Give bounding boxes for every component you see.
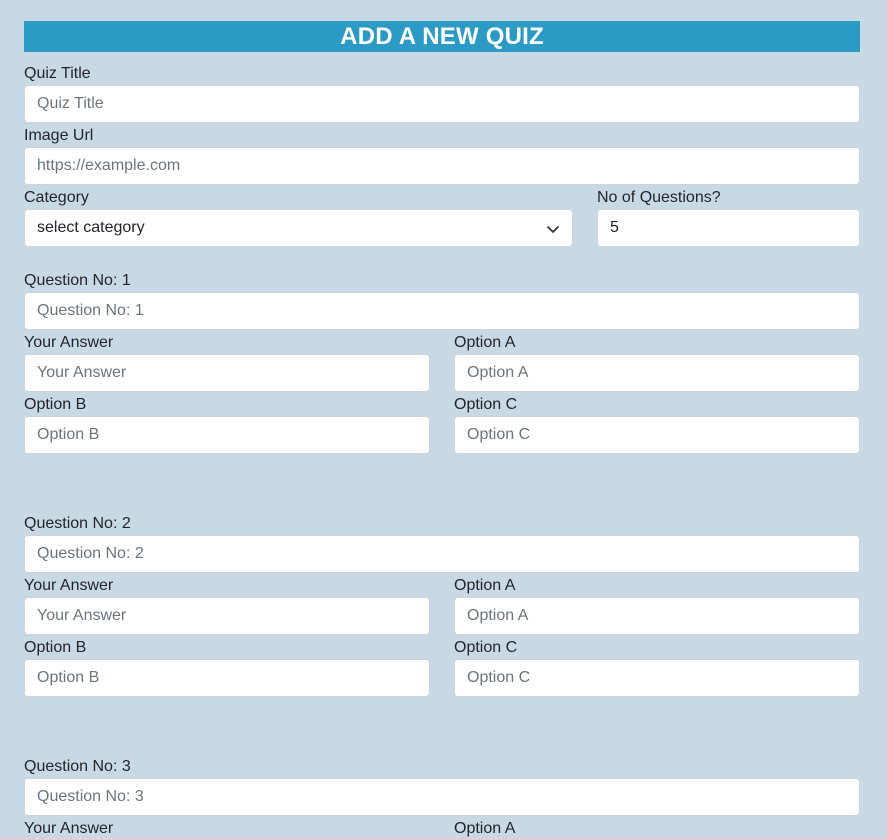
category-row: Category select category No of Questions… [24, 188, 860, 247]
num-questions-input[interactable]: 5 [597, 209, 860, 247]
options-row: Option B Option B Option C Option C [24, 638, 860, 697]
option-a-label: Option A [454, 577, 516, 594]
your-answer-group: Your Answer Your Answer [24, 333, 430, 392]
option-b-label: Option B [24, 639, 87, 656]
option-b-group: Option B Option B [24, 395, 430, 454]
question-placeholder: Question No: 3 [37, 788, 144, 805]
option-a-group: Option A [454, 819, 860, 839]
image-url-group: Image Url https://example.com [24, 126, 860, 185]
image-url-label: Image Url [24, 127, 94, 144]
your-answer-placeholder: Your Answer [37, 607, 127, 624]
option-b-group: Option B Option B [24, 638, 430, 697]
option-a-group: Option A Option A [454, 333, 860, 392]
options-row: Option B Option B Option C Option C [24, 395, 860, 454]
option-a-label: Option A [454, 820, 516, 837]
your-answer-label: Your Answer [24, 820, 114, 837]
option-b-input[interactable]: Option B [24, 659, 430, 697]
your-answer-group: Your Answer [24, 819, 430, 839]
option-b-placeholder: Option B [37, 669, 100, 686]
category-label: Category [24, 189, 89, 206]
num-questions-group: No of Questions? 5 [597, 188, 860, 247]
option-a-placeholder: Option A [467, 364, 529, 381]
chevron-down-icon [546, 222, 560, 236]
option-a-label: Option A [454, 334, 516, 351]
option-c-input[interactable]: Option C [454, 416, 860, 454]
option-c-label: Option C [454, 396, 518, 413]
question-input[interactable]: Question No: 2 [24, 535, 860, 573]
question-block-1: Question No: 1 Question No: 1 Your Answe… [24, 271, 860, 454]
question-label: Question No: 2 [24, 515, 131, 532]
quiz-title-label: Quiz Title [24, 65, 91, 82]
add-quiz-form: ADD A NEW QUIZ Quiz Title Quiz Title Ima… [24, 21, 860, 839]
quiz-title-placeholder: Quiz Title [37, 95, 104, 112]
your-answer-input[interactable]: Your Answer [24, 597, 430, 635]
option-c-placeholder: Option C [467, 426, 531, 443]
option-b-input[interactable]: Option B [24, 416, 430, 454]
question-placeholder: Question No: 1 [37, 302, 144, 319]
question-label: Question No: 3 [24, 758, 131, 775]
quiz-title-group: Quiz Title Quiz Title [24, 64, 860, 123]
question-label: Question No: 1 [24, 272, 131, 289]
category-select[interactable]: select category [24, 209, 573, 247]
option-c-placeholder: Option C [467, 669, 531, 686]
answer-row: Your Answer Your Answer Option A Option … [24, 333, 860, 392]
your-answer-label: Your Answer [24, 577, 114, 594]
image-url-input[interactable]: https://example.com [24, 147, 860, 185]
num-questions-value: 5 [610, 219, 619, 236]
option-a-input[interactable]: Option A [454, 354, 860, 392]
option-b-label: Option B [24, 396, 87, 413]
option-c-label: Option C [454, 639, 518, 656]
option-c-group: Option C Option C [454, 638, 860, 697]
option-a-input[interactable]: Option A [454, 597, 860, 635]
option-c-group: Option C Option C [454, 395, 860, 454]
answer-row: Your Answer Option A [24, 819, 860, 839]
your-answer-input[interactable]: Your Answer [24, 354, 430, 392]
page-title: ADD A NEW QUIZ [24, 21, 860, 52]
image-url-placeholder: https://example.com [37, 157, 181, 174]
num-questions-label: No of Questions? [597, 189, 721, 206]
your-answer-label: Your Answer [24, 334, 114, 351]
question-placeholder: Question No: 2 [37, 545, 144, 562]
option-b-placeholder: Option B [37, 426, 100, 443]
your-answer-group: Your Answer Your Answer [24, 576, 430, 635]
question-block-2: Question No: 2 Question No: 2 Your Answe… [24, 514, 860, 697]
answer-row: Your Answer Your Answer Option A Option … [24, 576, 860, 635]
category-group: Category select category [24, 188, 573, 247]
question-input[interactable]: Question No: 1 [24, 292, 860, 330]
question-block-3: Question No: 3 Question No: 3 Your Answe… [24, 757, 860, 839]
category-selected-value: select category [37, 219, 145, 236]
your-answer-placeholder: Your Answer [37, 364, 127, 381]
option-c-input[interactable]: Option C [454, 659, 860, 697]
option-a-group: Option A Option A [454, 576, 860, 635]
question-input[interactable]: Question No: 3 [24, 778, 860, 816]
quiz-title-input[interactable]: Quiz Title [24, 85, 860, 123]
option-a-placeholder: Option A [467, 607, 529, 624]
